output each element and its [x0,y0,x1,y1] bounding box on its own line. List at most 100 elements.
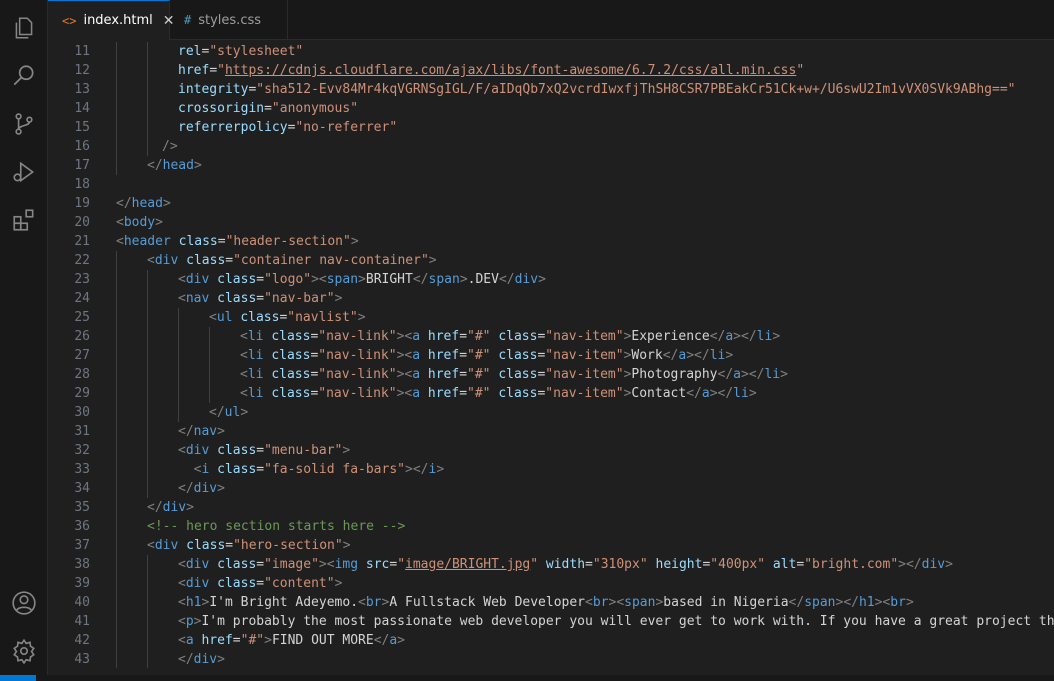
code-token: based in Nigeria [663,595,789,610]
code-line[interactable]: 16 /> [48,137,1054,156]
code-token: " [397,557,406,572]
code-line[interactable]: 14 crossorigin="anonymous" [48,99,1054,118]
code-token: href [427,367,460,382]
line-number: 42 [74,633,90,648]
code-line[interactable]: 25 <ul class="navlist"> [48,308,1054,327]
code-line[interactable]: 40 <h1>I'm Bright Adeyemo.<br>A Fullstack… [48,593,1054,612]
code-text: <body> [116,213,163,232]
code-token: > [772,329,781,344]
code-token: Experience [631,329,710,344]
code-token: li [756,329,773,344]
indent-guide [147,574,148,593]
code-token: > [217,652,225,667]
code-line[interactable]: 17 </head> [48,156,1054,175]
code-line[interactable]: 31 </nav> [48,422,1054,441]
indent-guide [209,384,210,403]
remote-indicator[interactable] [0,675,36,681]
indent-guide [209,365,210,384]
code-line[interactable]: 28 <li class="nav-link"><a href="#" class… [48,365,1054,384]
indent-guide [116,574,117,593]
code-line[interactable]: 30 </ul> [48,403,1054,422]
code-line[interactable]: 37 <div class="hero-section"> [48,536,1054,555]
code-line[interactable]: 41 <p>I'm probably the most passionate we… [48,612,1054,631]
tab-index-html[interactable]: <> index.html ✕ [48,0,175,40]
indent-guide [147,42,148,61]
code-token: < [116,234,124,249]
code-line[interactable]: 23 <div class="logo"><span>BRIGHT</span>.… [48,270,1054,289]
code-token: "#" [467,329,491,344]
code-line[interactable]: 26 <li class="nav-link"><a href="#" class… [48,327,1054,346]
code-line[interactable]: 34 </div> [48,479,1054,498]
code-token: < [178,595,186,610]
code-text: <li class="nav-link"><a href="#" class="… [240,365,788,384]
indent-guide [147,631,148,650]
code-token: div [185,272,210,287]
code-token: < [240,348,248,363]
code-line[interactable]: 39 <div class="content"> [48,574,1054,593]
indent-guide [116,118,117,137]
explorer-icon[interactable] [0,8,48,48]
code-token: "nav-item" [545,386,624,401]
account-icon[interactable] [0,583,48,623]
code-line[interactable]: 22 <div class="container nav-container"> [48,251,1054,270]
code-text: </div> [178,479,225,498]
indent-guide [147,384,148,403]
code-line[interactable]: 35 </div> [48,498,1054,517]
code-text: </ul> [209,403,248,422]
code-line[interactable]: 33 <i class="fa-solid fa-bars"></i> [48,460,1054,479]
code-token: integrity [178,82,249,97]
code-editor[interactable]: 11 rel="stylesheet" 12 href="https://cdnjs.… [48,40,1054,668]
code-line[interactable]: 12 href="https://cdnjs.cloudflare.com/aja… [48,61,1054,80]
code-line[interactable]: 36 <!-- hero section starts here --> [48,517,1054,536]
code-line[interactable]: 27 <li class="nav-link"><a href="#" class… [48,346,1054,365]
code-token: class [240,310,280,325]
code-line[interactable]: 38 <div class="image"><img src="image/BRI… [48,555,1054,574]
code-line[interactable]: 18 [48,175,1054,194]
code-line[interactable]: 42 <a href="#">FIND OUT MORE</a> [48,631,1054,650]
code-token: height [655,557,703,572]
code-line[interactable]: 19 </head> [48,194,1054,213]
line-number: 27 [74,348,90,363]
code-token: span [624,595,656,610]
code-line[interactable]: 15 referrerpolicy="no-referrer" [48,118,1054,137]
indent-guide [147,612,148,631]
source-control-icon[interactable] [0,104,48,144]
code-line[interactable]: 11 rel="stylesheet" [48,42,1054,61]
search-icon[interactable] [0,56,48,96]
code-token: </ [373,633,390,648]
code-token: < [178,443,186,458]
code-text: </div> [147,498,194,517]
code-line[interactable]: 24 <nav class="nav-bar"> [48,289,1054,308]
tab-styles-css[interactable]: # styles.css [170,0,288,40]
line-number: 43 [74,652,90,667]
code-line[interactable]: 32 <div class="menu-bar"> [48,441,1054,460]
code-token: div [185,443,210,458]
code-line[interactable]: 43 </div> [48,650,1054,668]
code-token: = [585,557,593,572]
line-number: 29 [74,386,90,401]
code-token: "310px" [592,557,648,572]
code-token: class [217,557,257,572]
line-number: 21 [74,234,90,249]
editor-tab-bar: <> index.html ✕ # styles.css [48,0,1054,40]
indent-guide [147,270,148,289]
settings-gear-icon[interactable] [0,631,48,671]
code-token: </ [717,367,734,382]
code-token: "nav-link" [318,386,397,401]
code-line[interactable]: 21 <header class="header-section"> [48,232,1054,251]
indent-guide [147,327,148,346]
code-line[interactable]: 29 <li class="nav-link"><a href="#" class… [48,384,1054,403]
code-token: alt [772,557,797,572]
code-line[interactable]: 13 integrity="sha512-Evv84Mr4kqVGRNSgIGL/… [48,80,1054,99]
extensions-icon[interactable] [0,200,48,240]
code-token: href [427,348,460,363]
code-line[interactable]: 20 <body> [48,213,1054,232]
code-token: a [701,386,710,401]
line-number: 30 [74,405,90,420]
indent-guide [147,137,148,156]
code-token: < [209,310,217,325]
run-debug-icon[interactable] [0,152,48,192]
